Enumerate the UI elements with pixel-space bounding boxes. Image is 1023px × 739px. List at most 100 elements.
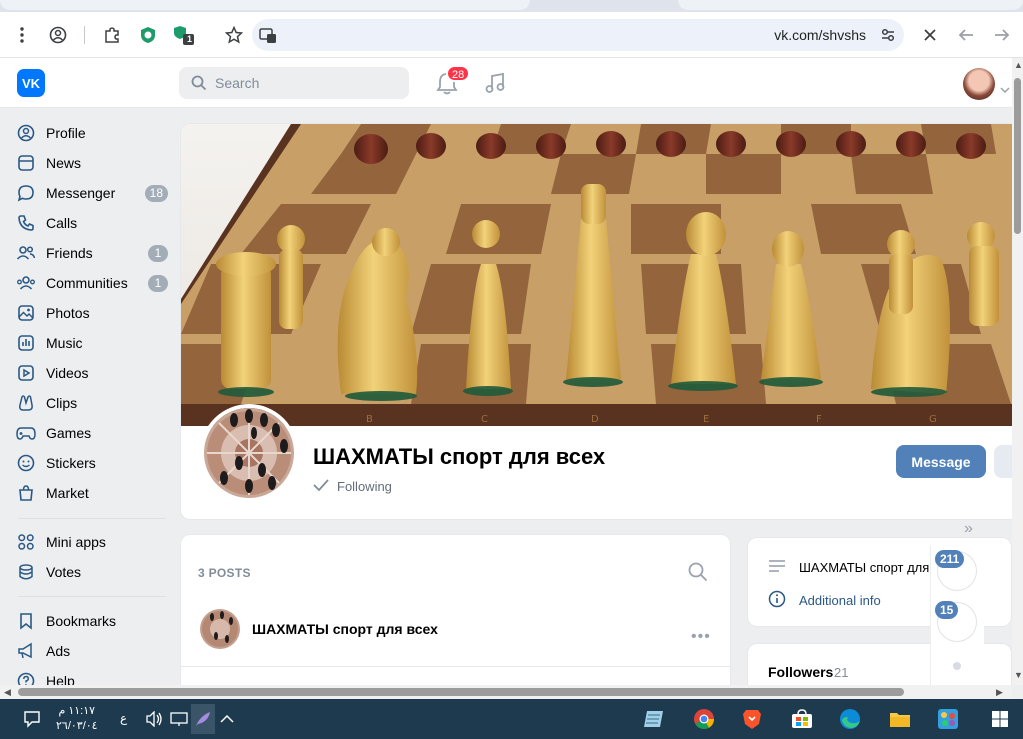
sidebar-item-mini-apps[interactable]: Mini apps [16, 528, 170, 556]
post-author-name[interactable]: ШАХМАТЫ спорт для всех [252, 621, 438, 637]
sidebar-item-calls[interactable]: Calls [16, 209, 170, 237]
profile-circle-icon[interactable] [46, 23, 70, 47]
address-bar[interactable]: vk.com/shvshs [252, 19, 904, 51]
sidebar-item-messenger[interactable]: Messenger 18 [16, 179, 170, 207]
sidebar-item-photos[interactable]: Photos [16, 299, 170, 327]
additional-info-link[interactable]: Additional info [768, 590, 881, 611]
sidebar-item-label: Mini apps [46, 534, 106, 550]
chat-badge: 15 [935, 601, 959, 619]
sidebar-item-news[interactable]: News [16, 149, 170, 177]
bookmark-star-icon[interactable] [222, 23, 246, 47]
vertical-scrollbar[interactable]: ▲ ▼ [1012, 58, 1023, 685]
sidebar-item-stickers[interactable]: Stickers [16, 449, 170, 477]
close-icon[interactable] [918, 23, 942, 47]
following-label: Following [337, 479, 392, 494]
site-settings-icon[interactable] [878, 25, 898, 45]
chevron-up-icon[interactable] [215, 707, 239, 731]
chrome-icon[interactable] [692, 707, 716, 731]
sidebar-item-label: Ads [46, 643, 71, 659]
kebab-menu-icon[interactable] [10, 23, 34, 47]
site-info-icon[interactable] [258, 25, 278, 50]
taskbar-clock[interactable]: ١١:١٧ م ٢٦/٠٣/٠٤ [56, 704, 98, 734]
followers-count: 21 [834, 665, 849, 680]
sidebar-item-votes[interactable]: Votes [16, 558, 170, 586]
svg-text:B: B [366, 414, 373, 425]
post-author-avatar[interactable] [200, 609, 240, 649]
vk-logo[interactable]: VK [17, 69, 45, 97]
network-icon[interactable] [167, 707, 191, 731]
scroll-right-arrow-icon[interactable]: ▶ [996, 687, 1003, 698]
extension-badge-icon[interactable]: 1 [172, 23, 196, 47]
back-arrow-icon[interactable] [954, 23, 978, 47]
double-chevron-right-icon[interactable]: » [964, 520, 973, 538]
sidebar-item-games[interactable]: Games [16, 419, 170, 447]
stickers-icon [16, 453, 36, 473]
sidebar-item-market[interactable]: Market [16, 479, 170, 507]
message-button[interactable]: Message [896, 445, 986, 478]
sidebar-item-clips[interactable]: Clips [16, 389, 170, 417]
sidebar-item-communities[interactable]: Communities 1 [16, 269, 170, 297]
scroll-down-arrow-icon[interactable]: ▼ [1014, 670, 1023, 680]
extensions-puzzle-icon[interactable] [100, 23, 124, 47]
horizontal-scrollbar[interactable]: ◀ ▶ [0, 685, 1012, 699]
scroll-up-arrow-icon[interactable]: ▲ [1014, 60, 1023, 70]
sidebar-item-label: Videos [46, 365, 89, 381]
horizontal-scroll-thumb[interactable] [18, 688, 904, 696]
chevron-down-icon[interactable] [1000, 80, 1010, 98]
sidebar-item-ads[interactable]: Ads [16, 637, 170, 665]
forward-arrow-icon[interactable] [990, 23, 1014, 47]
music-note-icon[interactable] [484, 72, 506, 99]
user-avatar[interactable] [963, 68, 995, 100]
sidebar-item-label: News [46, 155, 82, 171]
following-button[interactable]: Following [313, 479, 392, 494]
clock-date: ٢٦/٠٣/٠٤ [56, 720, 98, 732]
notification-center-icon[interactable] [20, 707, 44, 731]
search-input[interactable]: Search [179, 67, 409, 99]
windows-taskbar: ١١:١٧ م ٢٦/٠٣/٠٤ ع [0, 699, 1023, 739]
browser-tab[interactable] [0, 0, 530, 10]
followers-label[interactable]: Followers [768, 664, 833, 680]
posts-count: 3 POSTS [198, 566, 251, 580]
sidebar-item-videos[interactable]: Videos [16, 359, 170, 387]
brave-browser-icon[interactable] [740, 707, 764, 731]
community-title: ШАХМАТЫ спорт для всех [313, 444, 606, 469]
sidebar-item-label: Friends [46, 245, 93, 261]
community-avatar[interactable] [200, 404, 298, 502]
floating-chats-panel: 211 15 [930, 545, 984, 685]
sidebar-item-friends[interactable]: Friends 1 [16, 239, 170, 267]
volume-icon[interactable] [143, 707, 167, 731]
music-icon [16, 333, 36, 353]
vertical-scroll-thumb[interactable] [1014, 78, 1021, 234]
sidebar-item-music[interactable]: Music [16, 329, 170, 357]
input-language[interactable]: ع [120, 711, 127, 725]
url-text[interactable]: vk.com/shvshs [774, 27, 866, 43]
feather-app-icon[interactable] [191, 704, 215, 734]
notifications-badge: 28 [446, 65, 471, 82]
file-explorer-icon[interactable] [888, 707, 912, 731]
extension-badge-count: 1 [187, 34, 193, 44]
scroll-left-arrow-icon[interactable]: ◀ [4, 687, 11, 698]
more-dots-icon[interactable]: ••• [691, 628, 711, 646]
unread-count-badge: 18 [144, 185, 168, 202]
search-posts-icon[interactable] [688, 562, 708, 587]
news-icon [16, 153, 36, 173]
count-badge: 1 [148, 275, 168, 292]
browser-tab[interactable] [678, 0, 1023, 10]
chat-badge: 211 [935, 550, 965, 568]
chat-dot[interactable] [953, 662, 961, 670]
shield-extension-icon[interactable] [136, 23, 160, 47]
photos-icon [16, 303, 36, 323]
sidebar-item-bookmarks[interactable]: Bookmarks [16, 607, 170, 635]
market-icon [16, 483, 36, 503]
info-row-name: ШАХМАТЫ спорт для [768, 559, 929, 576]
lines-icon [768, 559, 786, 576]
sidebar-item-profile[interactable]: Profile [16, 119, 170, 147]
puzzle-game-icon[interactable] [936, 707, 960, 731]
sidebar-item-label: Stickers [46, 455, 96, 471]
vk-header: VK Search 28 [0, 58, 1012, 108]
notepad-app-icon[interactable] [642, 707, 666, 731]
windows-start-icon[interactable] [988, 707, 1012, 731]
store-app-icon[interactable] [790, 707, 814, 731]
sidebar-item-label: Music [46, 335, 83, 351]
edge-browser-icon[interactable] [838, 707, 862, 731]
